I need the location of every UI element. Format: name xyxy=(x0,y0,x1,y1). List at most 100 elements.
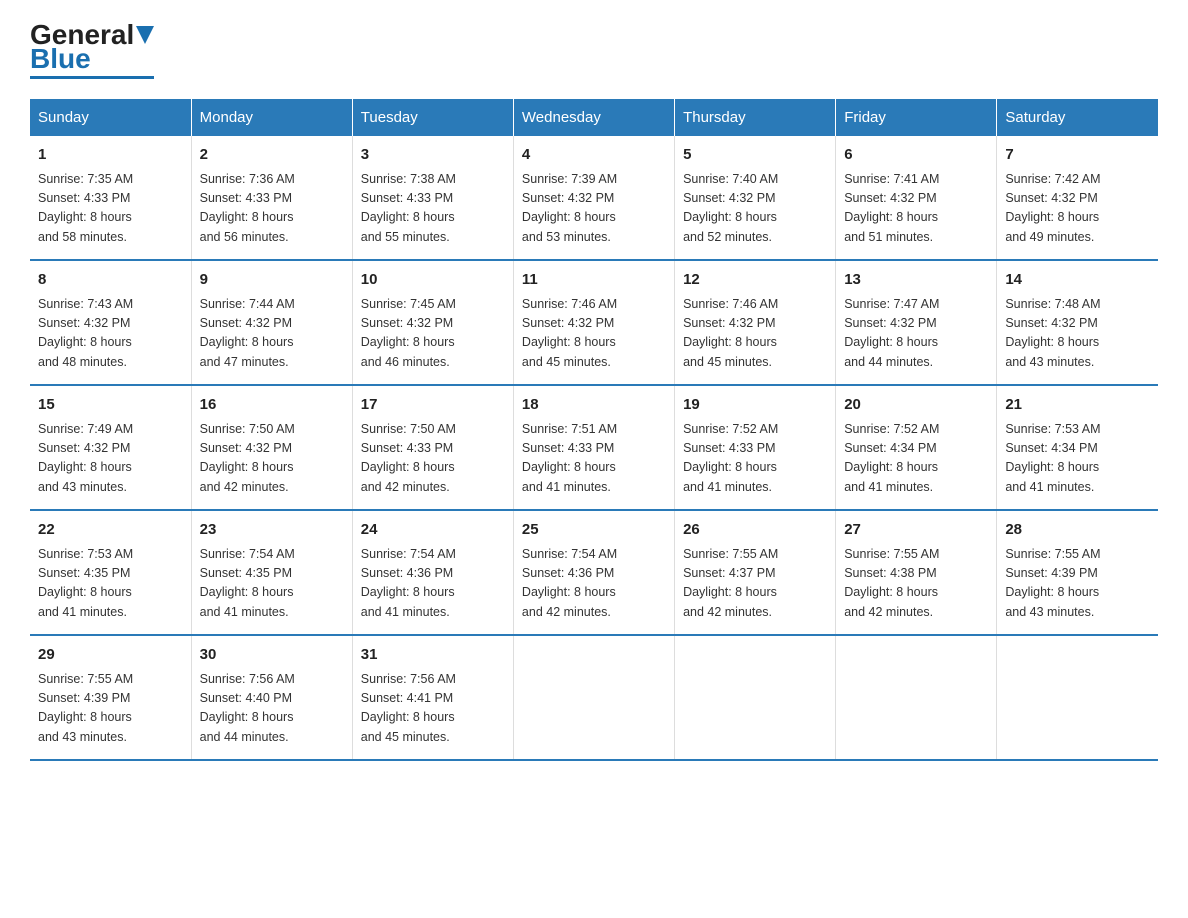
calendar-cell: 13 Sunrise: 7:47 AM Sunset: 4:32 PM Dayl… xyxy=(836,260,997,385)
calendar-cell: 8 Sunrise: 7:43 AM Sunset: 4:32 PM Dayli… xyxy=(30,260,191,385)
day-info: Sunrise: 7:49 AM Sunset: 4:32 PM Dayligh… xyxy=(38,420,183,498)
day-info: Sunrise: 7:35 AM Sunset: 4:33 PM Dayligh… xyxy=(38,170,183,248)
day-number: 3 xyxy=(361,144,505,167)
calendar-table: SundayMondayTuesdayWednesdayThursdayFrid… xyxy=(30,99,1158,761)
day-info: Sunrise: 7:44 AM Sunset: 4:32 PM Dayligh… xyxy=(200,295,344,373)
day-info: Sunrise: 7:36 AM Sunset: 4:33 PM Dayligh… xyxy=(200,170,344,248)
logo-underline xyxy=(30,76,154,79)
day-info: Sunrise: 7:50 AM Sunset: 4:33 PM Dayligh… xyxy=(361,420,505,498)
calendar-week-row: 1 Sunrise: 7:35 AM Sunset: 4:33 PM Dayli… xyxy=(30,136,1158,260)
logo-triangle-icon xyxy=(136,26,154,44)
day-info: Sunrise: 7:53 AM Sunset: 4:35 PM Dayligh… xyxy=(38,545,183,623)
day-info: Sunrise: 7:46 AM Sunset: 4:32 PM Dayligh… xyxy=(522,295,666,373)
calendar-cell: 14 Sunrise: 7:48 AM Sunset: 4:32 PM Dayl… xyxy=(997,260,1158,385)
day-number: 14 xyxy=(1005,269,1150,292)
day-number: 12 xyxy=(683,269,827,292)
calendar-week-row: 8 Sunrise: 7:43 AM Sunset: 4:32 PM Dayli… xyxy=(30,260,1158,385)
calendar-week-row: 15 Sunrise: 7:49 AM Sunset: 4:32 PM Dayl… xyxy=(30,385,1158,510)
day-number: 13 xyxy=(844,269,988,292)
calendar-cell: 17 Sunrise: 7:50 AM Sunset: 4:33 PM Dayl… xyxy=(352,385,513,510)
day-number: 21 xyxy=(1005,394,1150,417)
day-number: 24 xyxy=(361,519,505,542)
day-info: Sunrise: 7:55 AM Sunset: 4:39 PM Dayligh… xyxy=(38,670,183,748)
day-info: Sunrise: 7:52 AM Sunset: 4:34 PM Dayligh… xyxy=(844,420,988,498)
page-header: General Blue xyxy=(30,20,1158,79)
calendar-cell: 19 Sunrise: 7:52 AM Sunset: 4:33 PM Dayl… xyxy=(675,385,836,510)
day-number: 27 xyxy=(844,519,988,542)
day-number: 7 xyxy=(1005,144,1150,167)
calendar-week-row: 22 Sunrise: 7:53 AM Sunset: 4:35 PM Dayl… xyxy=(30,510,1158,635)
day-info: Sunrise: 7:47 AM Sunset: 4:32 PM Dayligh… xyxy=(844,295,988,373)
day-number: 2 xyxy=(200,144,344,167)
calendar-cell: 24 Sunrise: 7:54 AM Sunset: 4:36 PM Dayl… xyxy=(352,510,513,635)
calendar-cell: 3 Sunrise: 7:38 AM Sunset: 4:33 PM Dayli… xyxy=(352,136,513,260)
day-number: 29 xyxy=(38,644,183,667)
header-saturday: Saturday xyxy=(997,99,1158,136)
day-info: Sunrise: 7:56 AM Sunset: 4:41 PM Dayligh… xyxy=(361,670,505,748)
calendar-cell: 11 Sunrise: 7:46 AM Sunset: 4:32 PM Dayl… xyxy=(513,260,674,385)
day-info: Sunrise: 7:39 AM Sunset: 4:32 PM Dayligh… xyxy=(522,170,666,248)
calendar-cell: 15 Sunrise: 7:49 AM Sunset: 4:32 PM Dayl… xyxy=(30,385,191,510)
calendar-cell: 22 Sunrise: 7:53 AM Sunset: 4:35 PM Dayl… xyxy=(30,510,191,635)
day-info: Sunrise: 7:55 AM Sunset: 4:39 PM Dayligh… xyxy=(1005,545,1150,623)
day-number: 8 xyxy=(38,269,183,292)
calendar-cell: 7 Sunrise: 7:42 AM Sunset: 4:32 PM Dayli… xyxy=(997,136,1158,260)
calendar-cell: 18 Sunrise: 7:51 AM Sunset: 4:33 PM Dayl… xyxy=(513,385,674,510)
day-info: Sunrise: 7:54 AM Sunset: 4:35 PM Dayligh… xyxy=(200,545,344,623)
calendar-cell xyxy=(513,635,674,760)
calendar-cell: 25 Sunrise: 7:54 AM Sunset: 4:36 PM Dayl… xyxy=(513,510,674,635)
logo-blue-text: Blue xyxy=(30,45,91,73)
day-number: 30 xyxy=(200,644,344,667)
calendar-cell xyxy=(997,635,1158,760)
calendar-cell: 10 Sunrise: 7:45 AM Sunset: 4:32 PM Dayl… xyxy=(352,260,513,385)
calendar-cell: 16 Sunrise: 7:50 AM Sunset: 4:32 PM Dayl… xyxy=(191,385,352,510)
logo: General Blue xyxy=(30,20,154,79)
header-monday: Monday xyxy=(191,99,352,136)
calendar-cell: 2 Sunrise: 7:36 AM Sunset: 4:33 PM Dayli… xyxy=(191,136,352,260)
day-info: Sunrise: 7:40 AM Sunset: 4:32 PM Dayligh… xyxy=(683,170,827,248)
header-sunday: Sunday xyxy=(30,99,191,136)
day-number: 17 xyxy=(361,394,505,417)
day-number: 22 xyxy=(38,519,183,542)
header-thursday: Thursday xyxy=(675,99,836,136)
calendar-cell: 5 Sunrise: 7:40 AM Sunset: 4:32 PM Dayli… xyxy=(675,136,836,260)
day-info: Sunrise: 7:45 AM Sunset: 4:32 PM Dayligh… xyxy=(361,295,505,373)
day-info: Sunrise: 7:46 AM Sunset: 4:32 PM Dayligh… xyxy=(683,295,827,373)
day-number: 10 xyxy=(361,269,505,292)
calendar-cell: 1 Sunrise: 7:35 AM Sunset: 4:33 PM Dayli… xyxy=(30,136,191,260)
day-info: Sunrise: 7:54 AM Sunset: 4:36 PM Dayligh… xyxy=(361,545,505,623)
day-number: 23 xyxy=(200,519,344,542)
day-info: Sunrise: 7:56 AM Sunset: 4:40 PM Dayligh… xyxy=(200,670,344,748)
day-info: Sunrise: 7:53 AM Sunset: 4:34 PM Dayligh… xyxy=(1005,420,1150,498)
calendar-cell: 26 Sunrise: 7:55 AM Sunset: 4:37 PM Dayl… xyxy=(675,510,836,635)
calendar-cell: 28 Sunrise: 7:55 AM Sunset: 4:39 PM Dayl… xyxy=(997,510,1158,635)
day-number: 28 xyxy=(1005,519,1150,542)
day-info: Sunrise: 7:43 AM Sunset: 4:32 PM Dayligh… xyxy=(38,295,183,373)
calendar-cell: 4 Sunrise: 7:39 AM Sunset: 4:32 PM Dayli… xyxy=(513,136,674,260)
day-info: Sunrise: 7:52 AM Sunset: 4:33 PM Dayligh… xyxy=(683,420,827,498)
calendar-cell: 31 Sunrise: 7:56 AM Sunset: 4:41 PM Dayl… xyxy=(352,635,513,760)
day-number: 5 xyxy=(683,144,827,167)
calendar-header-row: SundayMondayTuesdayWednesdayThursdayFrid… xyxy=(30,99,1158,136)
day-number: 9 xyxy=(200,269,344,292)
day-info: Sunrise: 7:55 AM Sunset: 4:38 PM Dayligh… xyxy=(844,545,988,623)
day-info: Sunrise: 7:55 AM Sunset: 4:37 PM Dayligh… xyxy=(683,545,827,623)
day-number: 15 xyxy=(38,394,183,417)
day-number: 26 xyxy=(683,519,827,542)
calendar-cell: 23 Sunrise: 7:54 AM Sunset: 4:35 PM Dayl… xyxy=(191,510,352,635)
calendar-cell xyxy=(675,635,836,760)
day-info: Sunrise: 7:41 AM Sunset: 4:32 PM Dayligh… xyxy=(844,170,988,248)
header-wednesday: Wednesday xyxy=(513,99,674,136)
calendar-cell: 29 Sunrise: 7:55 AM Sunset: 4:39 PM Dayl… xyxy=(30,635,191,760)
day-info: Sunrise: 7:38 AM Sunset: 4:33 PM Dayligh… xyxy=(361,170,505,248)
day-number: 16 xyxy=(200,394,344,417)
day-number: 19 xyxy=(683,394,827,417)
day-number: 6 xyxy=(844,144,988,167)
day-info: Sunrise: 7:42 AM Sunset: 4:32 PM Dayligh… xyxy=(1005,170,1150,248)
day-info: Sunrise: 7:50 AM Sunset: 4:32 PM Dayligh… xyxy=(200,420,344,498)
calendar-cell: 9 Sunrise: 7:44 AM Sunset: 4:32 PM Dayli… xyxy=(191,260,352,385)
header-tuesday: Tuesday xyxy=(352,99,513,136)
day-number: 31 xyxy=(361,644,505,667)
calendar-cell: 12 Sunrise: 7:46 AM Sunset: 4:32 PM Dayl… xyxy=(675,260,836,385)
calendar-week-row: 29 Sunrise: 7:55 AM Sunset: 4:39 PM Dayl… xyxy=(30,635,1158,760)
